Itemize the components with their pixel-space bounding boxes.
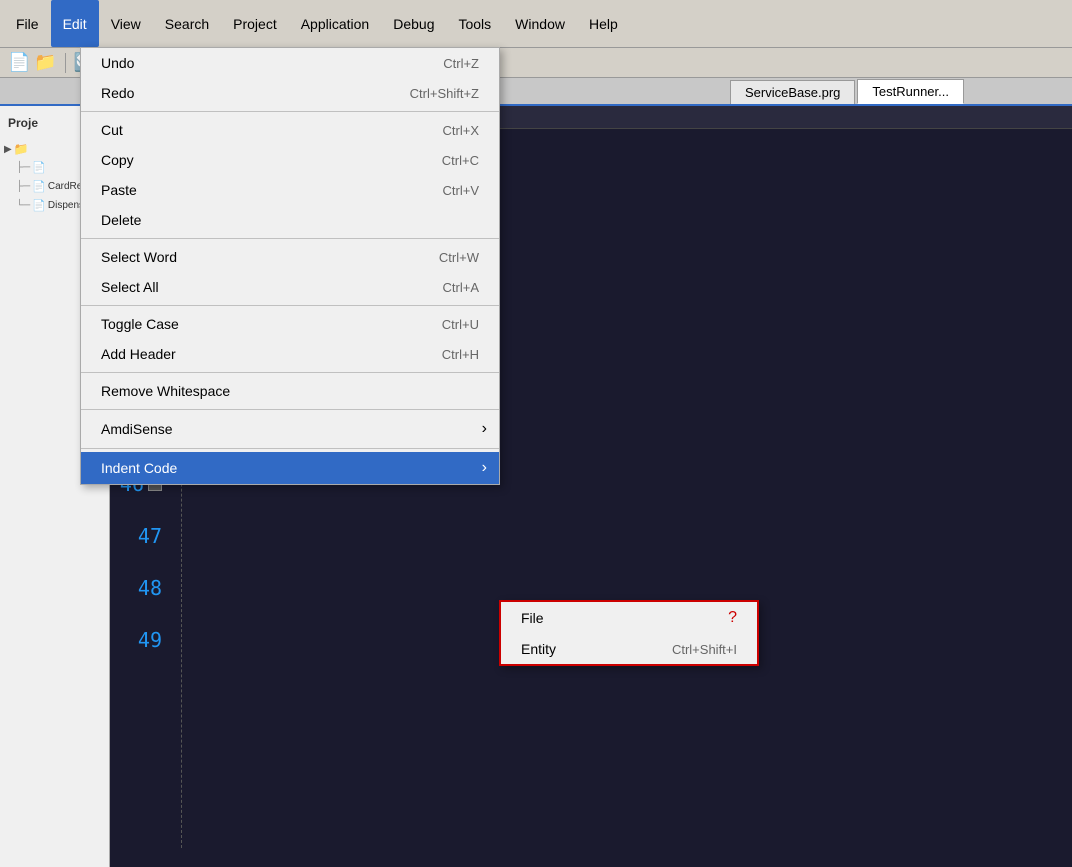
undo-label: Undo — [101, 55, 134, 71]
amdisense-label: AmdiSense — [101, 421, 173, 437]
line-49: 49 — [118, 614, 162, 666]
remove-whitespace-label: Remove Whitespace — [101, 383, 230, 399]
submenu-item-entity[interactable]: Entity Ctrl+Shift+I — [501, 634, 757, 664]
menu-item-paste[interactable]: Paste Ctrl+V — [81, 175, 499, 205]
tree-file3-icon: 📄 — [32, 199, 46, 212]
add-header-label: Add Header — [101, 346, 176, 362]
menu-item-delete[interactable]: Delete — [81, 205, 499, 235]
menu-help[interactable]: Help — [577, 0, 630, 47]
toggle-case-label: Toggle Case — [101, 316, 179, 332]
separator-5 — [81, 409, 499, 410]
submenu-entity-shortcut: Ctrl+Shift+I — [672, 642, 737, 657]
cut-label: Cut — [101, 122, 123, 138]
separator-2 — [81, 238, 499, 239]
submenu-item-file[interactable]: File ? — [501, 602, 757, 634]
menu-item-redo[interactable]: Redo Ctrl+Shift+Z — [81, 78, 499, 108]
tree-line2-icon: ├─ — [16, 181, 30, 192]
copy-label: Copy — [101, 152, 134, 168]
undo-shortcut: Ctrl+Z — [443, 56, 479, 71]
menu-item-cut[interactable]: Cut Ctrl+X — [81, 115, 499, 145]
tab-servicebase[interactable]: ServiceBase.prg — [730, 80, 855, 104]
delete-label: Delete — [101, 212, 141, 228]
select-word-shortcut: Ctrl+W — [439, 250, 479, 265]
menu-file[interactable]: File — [4, 0, 51, 47]
tree-file2-icon: 📄 — [32, 180, 46, 193]
tree-folder-icon: 📁 — [14, 142, 29, 156]
menu-item-select-all[interactable]: Select All Ctrl+A — [81, 272, 499, 302]
separator-1 — [81, 111, 499, 112]
paste-shortcut: Ctrl+V — [443, 183, 479, 198]
indent-code-label: Indent Code — [101, 460, 177, 476]
line-48: 48 — [118, 562, 162, 614]
menu-tools[interactable]: Tools — [446, 0, 503, 47]
submenu-file-shortcut: ? — [728, 609, 737, 627]
select-all-label: Select All — [101, 279, 159, 295]
paste-label: Paste — [101, 182, 137, 198]
separator-3 — [81, 305, 499, 306]
menu-item-amdisense[interactable]: AmdiSense — [81, 413, 499, 445]
menu-project[interactable]: Project — [221, 0, 289, 47]
select-word-label: Select Word — [101, 249, 177, 265]
menu-window[interactable]: Window — [503, 0, 577, 47]
menubar: File Edit View Search Project Applicatio… — [0, 0, 1072, 48]
menu-item-indent-code[interactable]: Indent Code — [81, 452, 499, 484]
redo-shortcut: Ctrl+Shift+Z — [410, 86, 479, 101]
tab-testrunner[interactable]: TestRunner... — [857, 79, 964, 104]
line-47: 47 — [118, 510, 162, 562]
menu-application[interactable]: Application — [289, 0, 382, 47]
menu-item-undo[interactable]: Undo Ctrl+Z — [81, 48, 499, 78]
tree-line-icon: ├─ — [16, 162, 30, 173]
menu-item-remove-whitespace[interactable]: Remove Whitespace — [81, 376, 499, 406]
select-all-shortcut: Ctrl+A — [443, 280, 479, 295]
open-file-icon[interactable]: 📁 — [34, 52, 56, 73]
menu-item-toggle-case[interactable]: Toggle Case Ctrl+U — [81, 309, 499, 339]
menu-search[interactable]: Search — [153, 0, 221, 47]
redo-label: Redo — [101, 85, 134, 101]
edit-dropdown-menu: Undo Ctrl+Z Redo Ctrl+Shift+Z Cut Ctrl+X… — [80, 47, 500, 485]
copy-shortcut: Ctrl+C — [442, 153, 479, 168]
separator-4 — [81, 372, 499, 373]
submenu-entity-label: Entity — [521, 641, 556, 657]
tree-file-icon: 📄 — [32, 161, 46, 174]
separator-6 — [81, 448, 499, 449]
new-file-icon[interactable]: 📄 — [8, 52, 30, 73]
menu-edit[interactable]: Edit — [51, 0, 99, 47]
tree-line3-icon: └─ — [16, 200, 30, 211]
toolbar-separator — [65, 53, 66, 73]
submenu-file-label: File — [521, 610, 544, 626]
menu-item-select-word[interactable]: Select Word Ctrl+W — [81, 242, 499, 272]
indent-code-submenu: File ? Entity Ctrl+Shift+I — [499, 600, 759, 666]
menu-view[interactable]: View — [99, 0, 153, 47]
toggle-case-shortcut: Ctrl+U — [442, 317, 479, 332]
menu-item-add-header[interactable]: Add Header Ctrl+H — [81, 339, 499, 369]
cut-shortcut: Ctrl+X — [443, 123, 479, 138]
add-header-shortcut: Ctrl+H — [442, 347, 479, 362]
tree-expand-icon[interactable]: ▶ — [4, 144, 12, 155]
menu-item-copy[interactable]: Copy Ctrl+C — [81, 145, 499, 175]
menu-debug[interactable]: Debug — [381, 0, 446, 47]
